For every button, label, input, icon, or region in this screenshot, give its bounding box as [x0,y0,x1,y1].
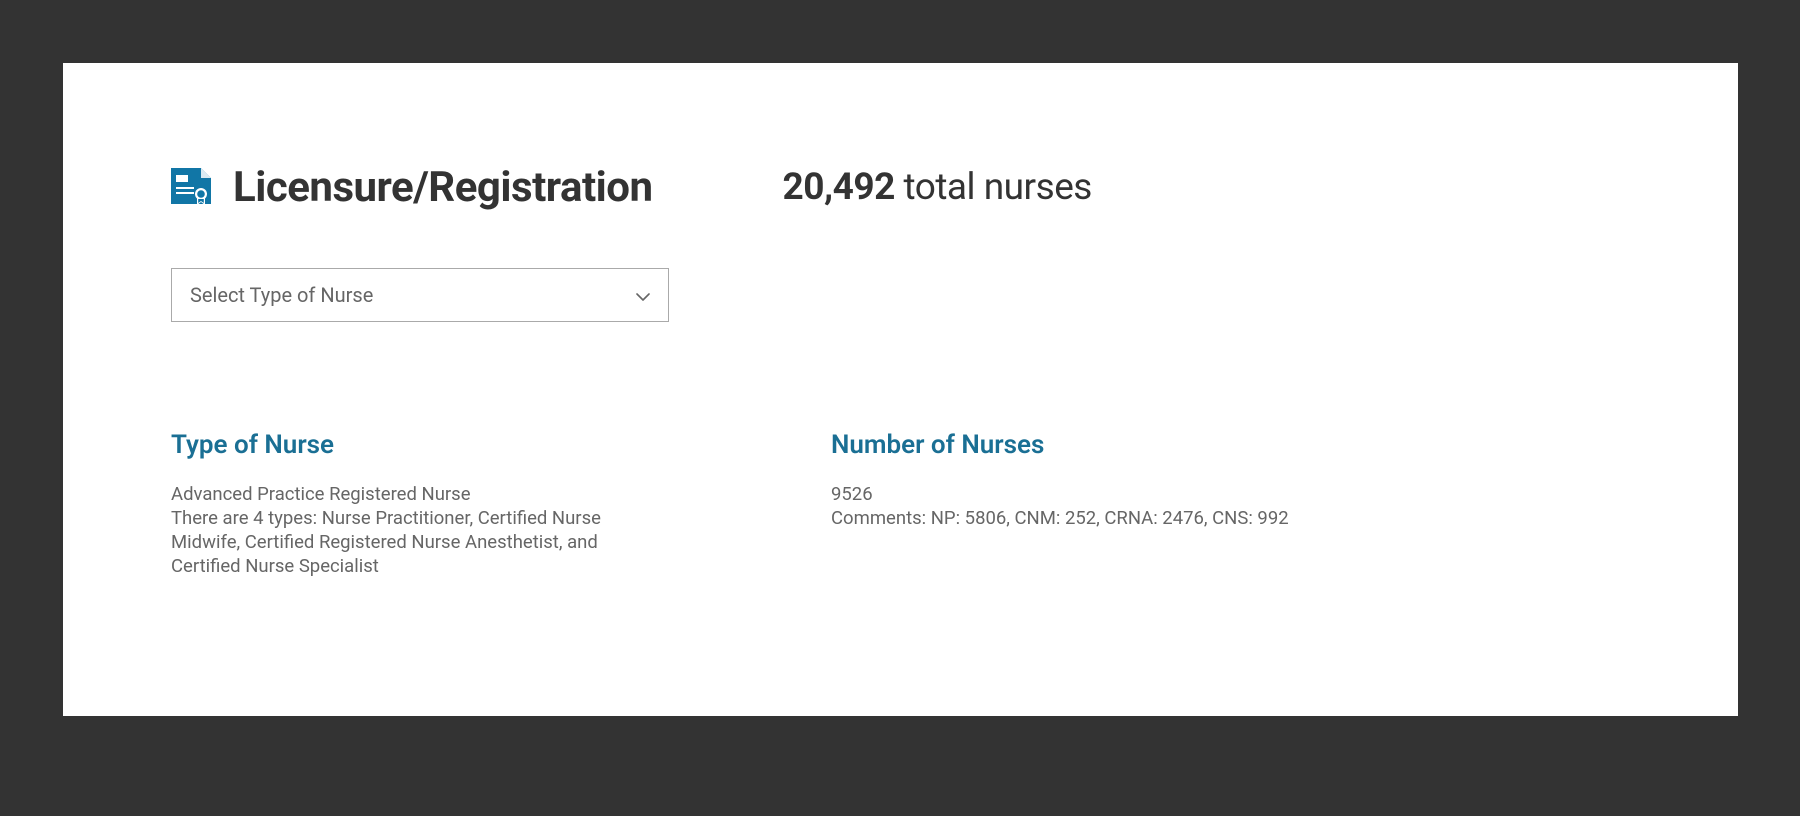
total-nurses: 20,492 total nurses [783,166,1092,209]
number-comments: Comments: NP: 5806, CNM: 252, CRNA: 2476… [831,506,1371,530]
number-value: 9526 [831,482,1371,506]
nurse-type-select[interactable]: Select Type of Nurse [171,268,669,322]
number-of-nurses-column: Number of Nurses 9526 Comments: NP: 5806… [831,430,1371,578]
header-row: Licensure/Registration 20,492 total nurs… [171,163,1630,212]
type-of-nurse-column: Type of Nurse Advanced Practice Register… [171,430,651,578]
number-body: 9526 Comments: NP: 5806, CNM: 252, CRNA:… [831,482,1371,530]
type-description: There are 4 types: Nurse Practitioner, C… [171,506,651,578]
type-heading: Type of Nurse [171,430,651,460]
type-name: Advanced Practice Registered Nurse [171,482,651,506]
chevron-down-icon [636,286,650,305]
content-card: Licensure/Registration 20,492 total nurs… [63,63,1738,716]
total-label: total nurses [895,166,1092,209]
type-body: Advanced Practice Registered Nurse There… [171,482,651,578]
page-title: Licensure/Registration [233,163,653,212]
certificate-icon [171,167,211,209]
title-group: Licensure/Registration [171,163,653,212]
select-placeholder: Select Type of Nurse [190,283,373,307]
total-number: 20,492 [783,166,895,209]
number-heading: Number of Nurses [831,430,1371,460]
detail-columns: Type of Nurse Advanced Practice Register… [171,430,1630,578]
